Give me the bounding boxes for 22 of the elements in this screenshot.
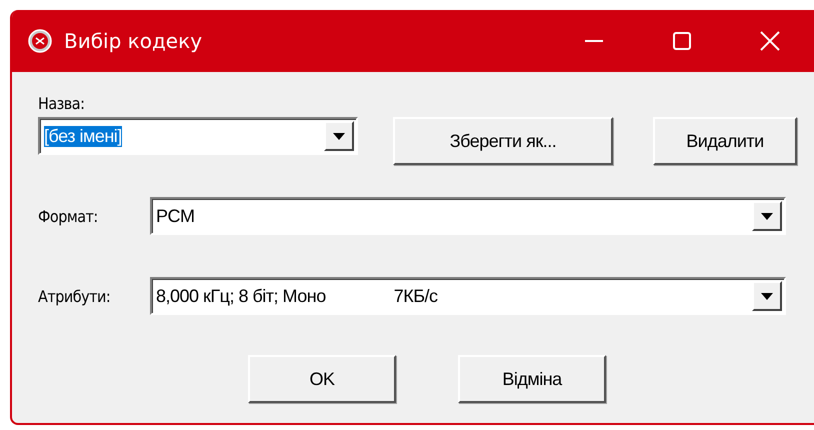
- format-label: Формат:: [38, 206, 99, 226]
- delete-button[interactable]: Видалити: [653, 117, 797, 165]
- rate-value: 7КБ/с: [394, 286, 438, 306]
- ok-button[interactable]: OK: [248, 355, 396, 403]
- close-icon: [760, 31, 780, 51]
- app-icon: [28, 29, 52, 53]
- window-title: Вибір кодеку: [64, 29, 202, 53]
- format-combo-box[interactable]: PCM: [150, 197, 786, 235]
- cancel-button[interactable]: Відміна: [458, 355, 606, 403]
- name-combo-box[interactable]: [без імені]: [38, 117, 358, 155]
- name-label: Назва:: [38, 94, 84, 113]
- dropdown-arrow-icon: [333, 132, 345, 140]
- attributes-combo-box[interactable]: 8,000 кГц; 8 біт; Моно 7КБ/с: [150, 277, 786, 315]
- dropdown-arrow-icon: [761, 292, 773, 300]
- dropdown-arrow-icon: [761, 212, 773, 220]
- format-value: PCM: [156, 206, 194, 226]
- save-as-button[interactable]: Зберегти як...: [393, 117, 613, 165]
- minimize-icon: [585, 40, 603, 42]
- attributes-value: 8,000 кГц; 8 біт; Моно: [156, 286, 326, 306]
- name-value: [без імені]: [44, 126, 122, 146]
- maximize-icon: [673, 32, 691, 50]
- attributes-label: Атрибути:: [38, 286, 112, 306]
